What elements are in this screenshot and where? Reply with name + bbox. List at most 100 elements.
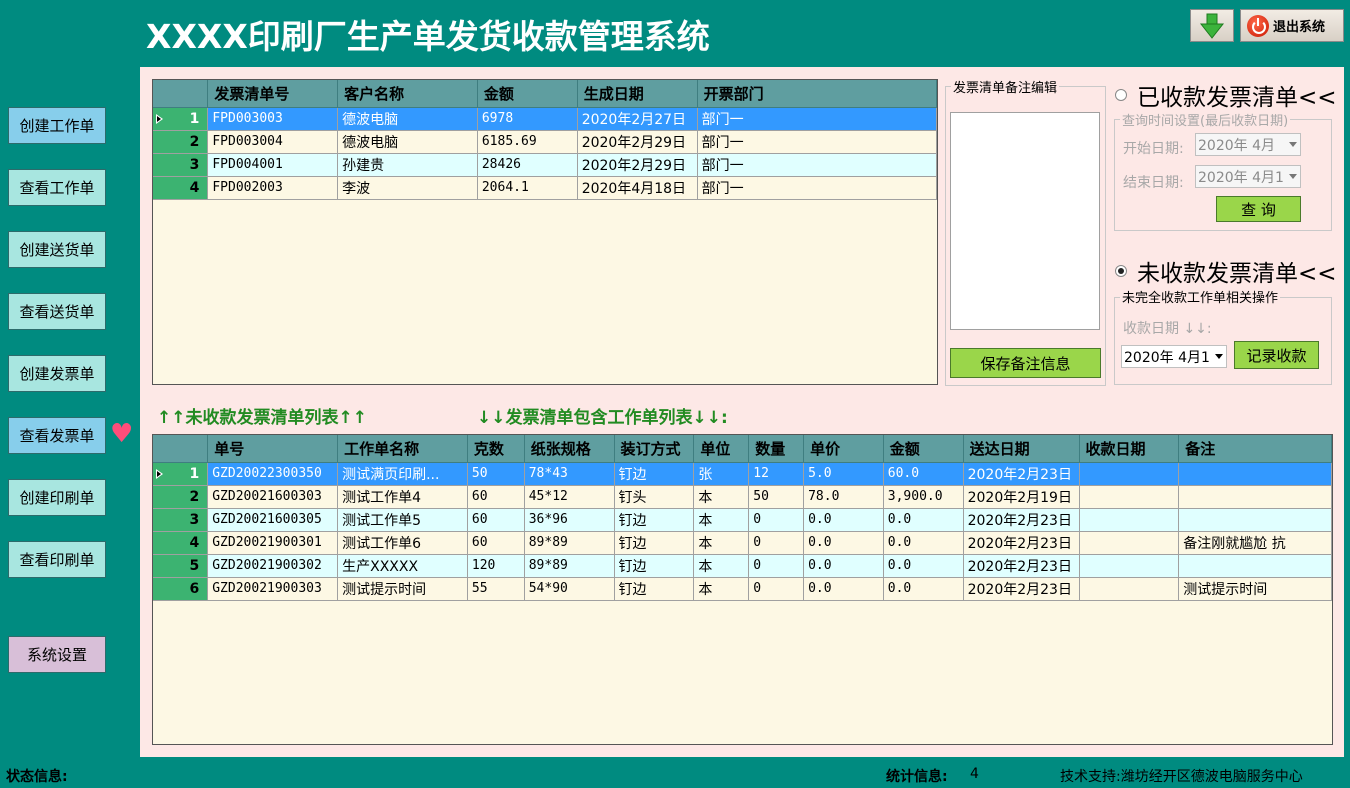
paid-invoices-radio[interactable]: 已收款发票清单<< (1115, 78, 1337, 112)
table-cell[interactable]: 李波 (337, 176, 478, 200)
table-cell[interactable]: 0.0 (883, 554, 964, 578)
table-cell[interactable] (1178, 508, 1332, 532)
table-cell[interactable]: 6978 (477, 107, 578, 131)
table-cell[interactable]: 120 (467, 554, 525, 578)
table-cell[interactable]: 钉头 (614, 485, 695, 509)
nav-create-delivery-button[interactable]: 创建送货单 (8, 231, 106, 268)
row-index[interactable]: 6 (153, 577, 209, 601)
table-cell[interactable]: 2020年2月19日 (963, 485, 1080, 509)
table-cell[interactable]: 备注刚就尴尬 抗 (1178, 531, 1332, 555)
nav-create-print-button[interactable]: 创建印刷单 (8, 479, 106, 516)
table-cell[interactable]: 0.0 (883, 508, 964, 532)
column-header[interactable]: 金额 (477, 80, 578, 108)
row-index[interactable]: 1 (153, 107, 209, 131)
row-index[interactable]: 2 (153, 485, 209, 509)
start-date-picker[interactable]: 2020年 4月 (1195, 133, 1301, 156)
column-header[interactable]: 单号 (207, 435, 339, 463)
table-cell[interactable]: 张 (693, 462, 750, 486)
table-cell[interactable]: 55 (467, 577, 525, 601)
column-header[interactable]: 发票清单号 (207, 80, 339, 108)
table-cell[interactable]: 钉边 (614, 462, 695, 486)
table-cell[interactable]: 钉边 (614, 531, 695, 555)
column-header[interactable]: 单位 (693, 435, 750, 463)
table-cell[interactable]: 0.0 (803, 531, 884, 555)
nav-create-invoice-button[interactable]: 创建发票单 (8, 355, 106, 392)
table-cell[interactable] (1079, 531, 1180, 555)
table-cell[interactable]: 89*89 (524, 554, 615, 578)
column-header[interactable]: 数量 (748, 435, 805, 463)
table-cell[interactable]: GZD20021900301 (207, 531, 339, 555)
table-cell[interactable]: 5.0 (803, 462, 884, 486)
table-cell[interactable]: 测试工作单5 (337, 508, 468, 532)
payment-date-picker[interactable]: 2020年 4月1 (1121, 345, 1227, 368)
table-cell[interactable]: 12 (748, 462, 805, 486)
table-row[interactable]: 3 FPD004001 孙建贵 28426 2020年2月29日 部门一 (153, 153, 937, 177)
table-cell[interactable] (1079, 508, 1180, 532)
column-header[interactable]: 克数 (467, 435, 525, 463)
nav-view-delivery-button[interactable]: 查看送货单 (8, 293, 106, 330)
table-cell[interactable]: 2020年2月29日 (577, 130, 698, 154)
table-cell[interactable]: GZD20021600303 (207, 485, 339, 509)
table-cell[interactable] (1079, 485, 1180, 509)
table-cell[interactable]: 60 (467, 485, 525, 509)
table-cell[interactable]: 2020年2月23日 (963, 531, 1080, 555)
table-cell[interactable]: 德波电脑 (337, 130, 478, 154)
table-cell[interactable]: 78.0 (803, 485, 884, 509)
table-cell[interactable]: 钉边 (614, 554, 695, 578)
table-cell[interactable]: 0.0 (803, 554, 884, 578)
table-cell[interactable] (1178, 485, 1332, 509)
table-cell[interactable]: 0 (748, 508, 805, 532)
table-cell[interactable]: 部门一 (697, 107, 937, 131)
table-cell[interactable]: 0.0 (803, 577, 884, 601)
table-cell[interactable]: 28426 (477, 153, 578, 177)
table-cell[interactable]: 生产XXXXX (337, 554, 468, 578)
table-cell[interactable]: GZD20022300350 (207, 462, 339, 486)
unpaid-invoices-radio[interactable]: 未收款发票清单<< (1115, 254, 1337, 288)
nav-settings-button[interactable]: 系统设置 (8, 636, 106, 673)
table-row[interactable]: 4 FPD002003 李波 2064.1 2020年4月18日 部门一 (153, 176, 937, 200)
table-cell[interactable]: 部门一 (697, 153, 937, 177)
table-cell[interactable]: 德波电脑 (337, 107, 478, 131)
table-cell[interactable] (1079, 577, 1180, 601)
table-cell[interactable]: GZD20021600305 (207, 508, 339, 532)
table-row[interactable]: 2 GZD20021600303 测试工作单4 60 45*12 钉头 本 50… (153, 485, 1332, 509)
column-header[interactable]: 装订方式 (614, 435, 695, 463)
table-cell[interactable]: 本 (693, 577, 750, 601)
table-cell[interactable]: 60.0 (883, 462, 964, 486)
table-cell[interactable]: FPD003004 (207, 130, 339, 154)
table-cell[interactable]: 50 (467, 462, 525, 486)
column-header[interactable]: 收款日期 (1079, 435, 1180, 463)
table-row[interactable]: 3 GZD20021600305 测试工作单5 60 36*96 钉边 本 0 … (153, 508, 1332, 532)
column-header[interactable]: 工作单名称 (337, 435, 468, 463)
save-memo-button[interactable]: 保存备注信息 (950, 348, 1101, 378)
nav-view-workorder-button[interactable]: 查看工作单 (8, 169, 106, 206)
table-cell[interactable]: 36*96 (524, 508, 615, 532)
download-button[interactable] (1190, 9, 1234, 42)
table-row[interactable]: 1 GZD20022300350 测试满页印刷... 50 78*43 钉边 张… (153, 462, 1332, 486)
row-index[interactable]: 5 (153, 554, 209, 578)
column-header[interactable]: 金额 (883, 435, 964, 463)
row-index[interactable]: 1 (153, 462, 209, 486)
invoice-grid[interactable]: 发票清单号 客户名称 金额 生成日期 开票部门 1 FPD003003 德波电脑… (152, 79, 938, 385)
table-cell[interactable]: 测试工作单4 (337, 485, 468, 509)
table-cell[interactable]: 6185.69 (477, 130, 578, 154)
table-cell[interactable]: 0 (748, 554, 805, 578)
table-cell[interactable]: 测试提示时间 (337, 577, 468, 601)
table-cell[interactable]: FPD004001 (207, 153, 339, 177)
table-cell[interactable]: 0.0 (883, 577, 964, 601)
row-index[interactable]: 4 (153, 176, 209, 200)
table-row[interactable]: 1 FPD003003 德波电脑 6978 2020年2月27日 部门一 (153, 107, 937, 131)
workorder-grid[interactable]: 单号 工作单名称 克数 纸张规格 装订方式 单位 数量 单价 金额 送达日期 收… (152, 434, 1333, 745)
table-cell[interactable]: 2020年2月29日 (577, 153, 698, 177)
query-button[interactable]: 查 询 (1216, 196, 1301, 222)
table-cell[interactable]: 本 (693, 554, 750, 578)
table-cell[interactable]: 测试工作单6 (337, 531, 468, 555)
table-cell[interactable]: 部门一 (697, 130, 937, 154)
table-row[interactable]: 6 GZD20021900303 测试提示时间 55 54*90 钉边 本 0 … (153, 577, 1332, 601)
table-cell[interactable]: 0.0 (803, 508, 884, 532)
table-cell[interactable]: 钉边 (614, 577, 695, 601)
table-cell[interactable]: FPD002003 (207, 176, 339, 200)
table-cell[interactable]: 89*89 (524, 531, 615, 555)
table-cell[interactable]: FPD003003 (207, 107, 339, 131)
table-cell[interactable]: 本 (693, 531, 750, 555)
